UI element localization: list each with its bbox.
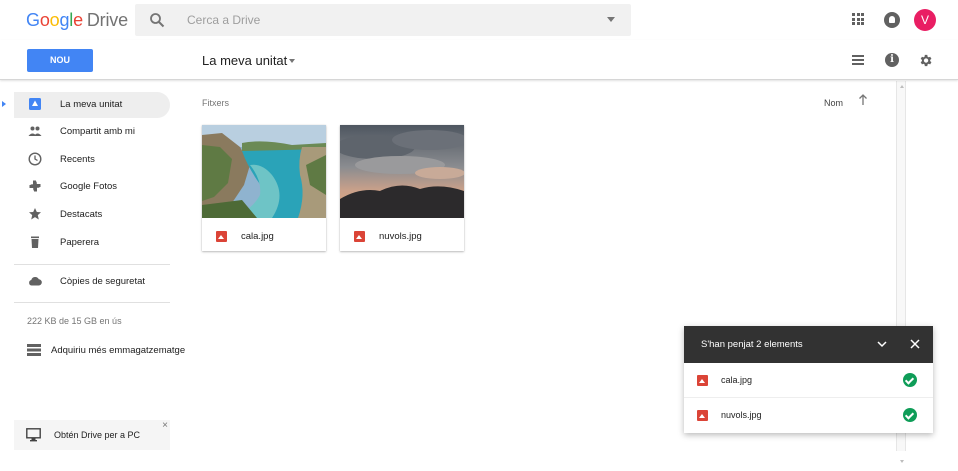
upload-panel-header: S'han penjat 2 elements	[684, 326, 933, 363]
search-box[interactable]	[135, 4, 631, 36]
storage-icon	[27, 344, 41, 356]
logo-letter: o	[49, 10, 60, 30]
logo-letter: g	[59, 10, 70, 30]
list-view-icon[interactable]	[852, 55, 864, 65]
scroll-down-arrow-icon[interactable]	[900, 460, 904, 463]
logo-letter: e	[73, 10, 83, 30]
pinwheel-icon	[29, 180, 41, 192]
upload-item[interactable]: cala.jpg	[684, 363, 933, 398]
file-thumbnail	[340, 125, 464, 218]
notifications-icon[interactable]	[884, 12, 900, 28]
sidebar-item-label: Recents	[60, 154, 95, 165]
logo-letter: G	[26, 10, 40, 30]
upload-status-panel: S'han penjat 2 elements cala.jpg nuvols.…	[684, 326, 933, 433]
sidebar-item-label: Google Fotos	[60, 181, 118, 192]
sidebar-item-photos[interactable]: Google Fotos	[14, 174, 170, 200]
upload-item-name: nuvols.jpg	[721, 410, 762, 420]
google-drive-logo[interactable]: Google Drive	[26, 10, 128, 31]
logo-letter: o	[39, 10, 50, 30]
sidebar-divider	[14, 264, 170, 265]
trash-icon	[31, 236, 39, 248]
sidebar: La meva unitat Compartit amb mi Recents …	[0, 81, 186, 471]
image-file-icon	[697, 410, 708, 421]
upload-item-name: cala.jpg	[721, 375, 753, 385]
close-icon[interactable]	[909, 338, 921, 350]
buy-storage-label: Adquiriu més emmagatzematge	[51, 345, 186, 356]
info-icon[interactable]: i	[885, 53, 899, 67]
check-circle-icon	[903, 373, 917, 387]
sidebar-item-recent[interactable]: Recents	[14, 147, 170, 173]
sidebar-item-trash[interactable]: Paperera	[14, 230, 170, 256]
file-card[interactable]: cala.jpg	[202, 125, 326, 251]
cloud-icon	[29, 276, 42, 286]
promo-close-button[interactable]: ×	[162, 420, 168, 431]
image-file-icon	[354, 231, 365, 242]
clock-icon	[28, 152, 42, 166]
upload-panel-title: S'han penjat 2 elements	[701, 339, 803, 350]
search-options-icon[interactable]	[607, 17, 615, 22]
top-bar: GoogleDrive V	[0, 0, 958, 40]
sidebar-item-label: Paperera	[60, 237, 100, 248]
gear-icon[interactable]	[918, 53, 933, 68]
search-icon[interactable]	[149, 12, 165, 28]
breadcrumb[interactable]: La meva unitat	[202, 53, 287, 68]
logo-product: Drive	[86, 10, 128, 30]
drive-for-pc-promo[interactable]: Obtén Drive per a PC ×	[14, 420, 170, 450]
new-button[interactable]: NOU	[27, 49, 93, 72]
file-thumbnail	[202, 125, 326, 218]
section-heading: Fitxers	[202, 98, 229, 108]
sidebar-item-my-drive[interactable]: La meva unitat	[14, 92, 170, 118]
storage-usage-text: 222 KB de 15 GB en ús	[27, 316, 122, 326]
sidebar-item-label: La meva unitat	[60, 99, 123, 110]
action-bar: NOU La meva unitat i	[0, 40, 958, 80]
search-input[interactable]	[187, 10, 587, 30]
sort-by-name-button[interactable]: Nom	[824, 98, 843, 108]
sidebar-item-label: Compartit amb mi	[60, 126, 135, 137]
sidebar-divider	[14, 302, 170, 303]
star-icon	[29, 208, 41, 220]
file-card[interactable]: nuvols.jpg	[340, 125, 464, 251]
image-file-icon	[697, 375, 708, 386]
sidebar-item-backups[interactable]: Còpies de seguretat	[14, 269, 170, 295]
file-name: cala.jpg	[241, 231, 274, 242]
my-drive-icon	[29, 98, 41, 110]
buy-storage-link[interactable]: Adquiriu més emmagatzematge	[27, 342, 186, 360]
avatar[interactable]: V	[914, 9, 936, 31]
computer-icon	[26, 428, 41, 442]
people-icon	[28, 126, 42, 136]
image-file-icon	[216, 231, 227, 242]
apps-grid-icon[interactable]	[852, 13, 864, 25]
sidebar-item-label: Còpies de seguretat	[60, 276, 146, 287]
expand-caret-icon[interactable]	[2, 101, 6, 107]
sidebar-item-label: Destacats	[60, 209, 103, 220]
chevron-down-icon[interactable]	[876, 338, 888, 350]
sort-ascending-icon[interactable]	[858, 94, 868, 106]
check-circle-icon	[903, 408, 917, 422]
drive-for-pc-label: Obtén Drive per a PC	[54, 430, 141, 440]
breadcrumb-dropdown-icon[interactable]	[289, 59, 295, 63]
scroll-up-arrow-icon[interactable]	[900, 85, 904, 88]
file-name: nuvols.jpg	[379, 231, 422, 242]
upload-item[interactable]: nuvols.jpg	[684, 398, 933, 433]
sidebar-item-shared[interactable]: Compartit amb mi	[14, 119, 170, 145]
sidebar-item-starred[interactable]: Destacats	[14, 202, 170, 228]
